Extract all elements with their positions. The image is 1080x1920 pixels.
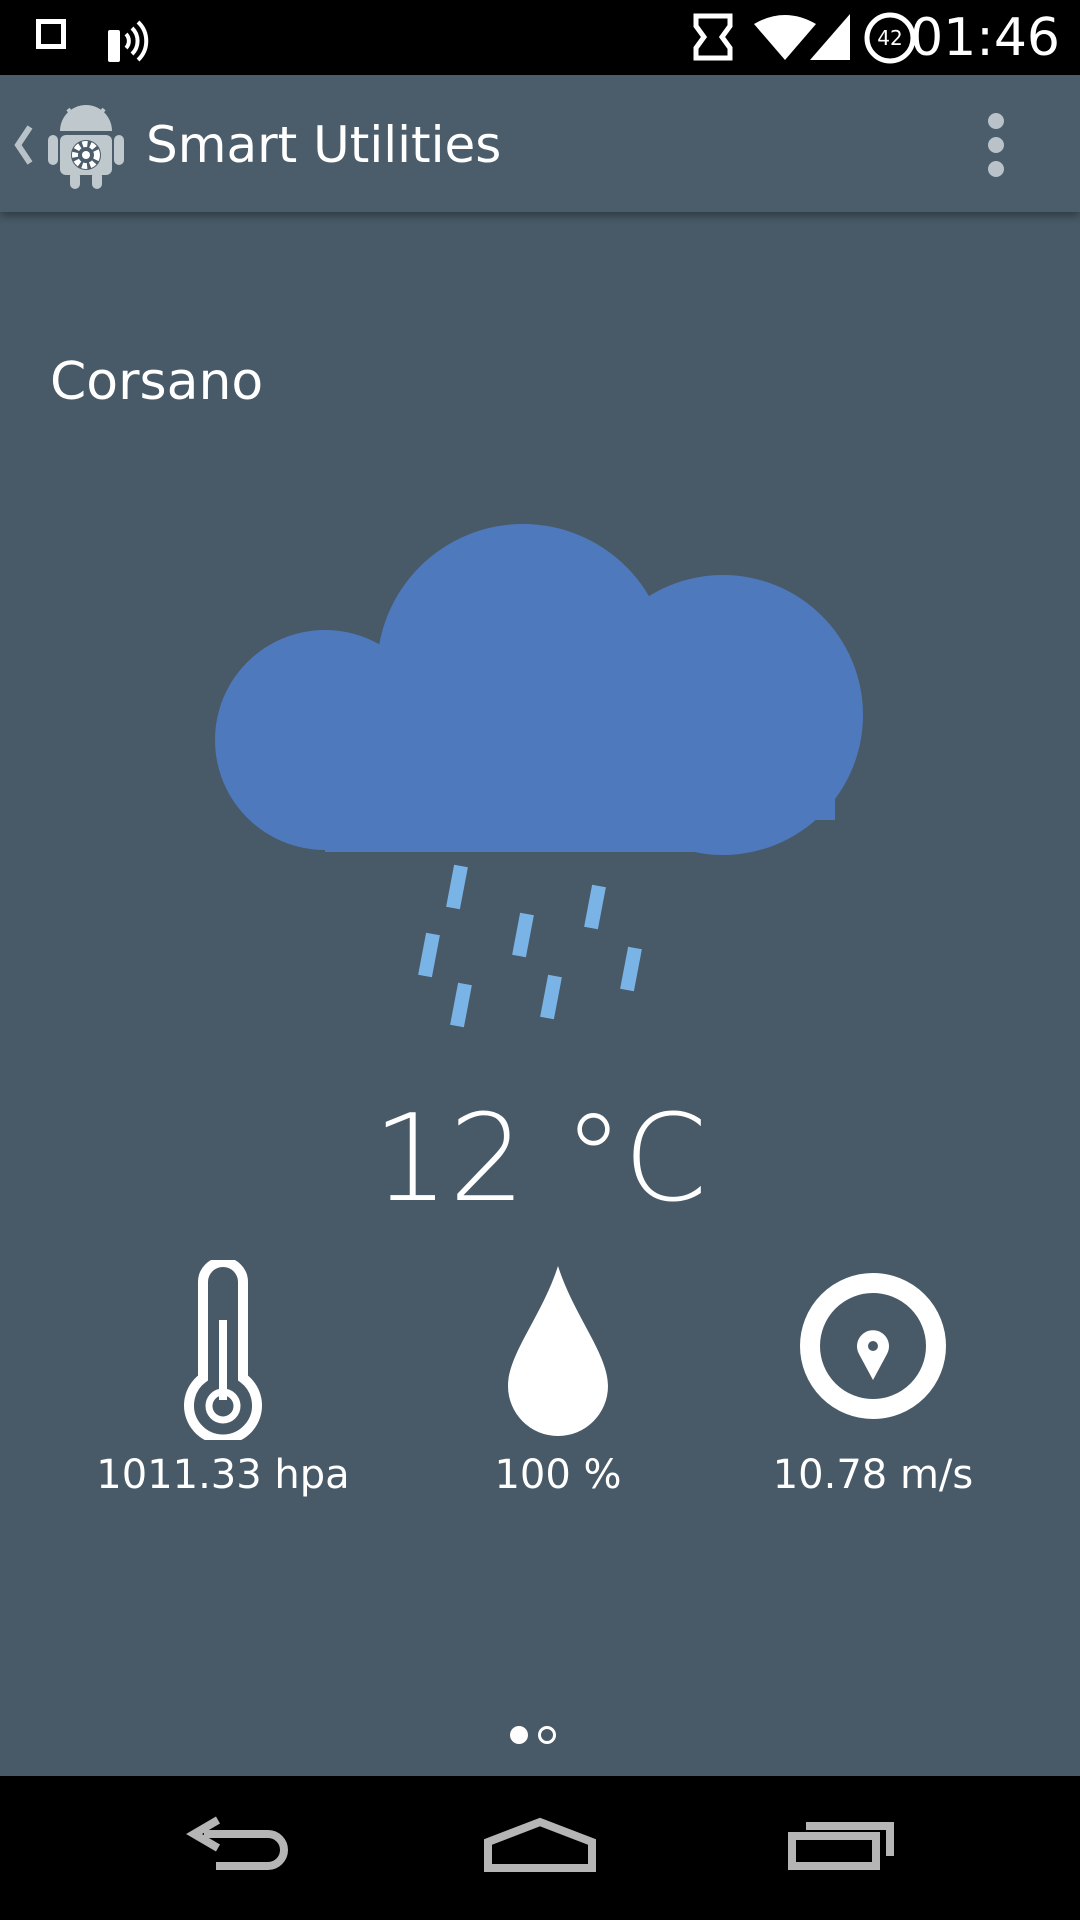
overflow-menu-button[interactable] bbox=[984, 113, 1008, 177]
up-navigation-button[interactable] bbox=[12, 123, 36, 171]
city-name: Corsano bbox=[50, 352, 264, 412]
compass-pin-icon bbox=[708, 1260, 1038, 1440]
sync-icon bbox=[693, 13, 733, 61]
rain-cloud-icon bbox=[215, 520, 865, 1044]
signal-icon bbox=[810, 14, 850, 60]
broadcast-icon bbox=[108, 20, 149, 62]
back-chevron-icon bbox=[14, 125, 33, 165]
action-bar: Smart Utilities bbox=[0, 75, 1080, 212]
square-notification-icon bbox=[36, 19, 66, 49]
temperature-value: 12 °C bbox=[372, 1090, 708, 1229]
app-android-gear-icon bbox=[48, 105, 124, 189]
water-drop-icon bbox=[393, 1260, 723, 1440]
status-clock: 01:46 bbox=[910, 8, 1060, 68]
home-icon bbox=[484, 1817, 596, 1872]
page-dot-inactive[interactable] bbox=[538, 1726, 556, 1744]
system-nav-bar bbox=[0, 1776, 1080, 1920]
overflow-menu-icon bbox=[988, 113, 1004, 129]
page-dot-active[interactable] bbox=[510, 1726, 528, 1744]
battery-level: 42 bbox=[877, 26, 902, 50]
status-bar: 42 01:46 bbox=[0, 0, 1080, 75]
page-indicator bbox=[510, 1726, 574, 1748]
humidity-stat: 100 % bbox=[393, 1260, 723, 1500]
app-title: Smart Utilities bbox=[146, 116, 502, 174]
wind-stat: 10.78 m/s bbox=[708, 1260, 1038, 1500]
nav-home-button[interactable] bbox=[440, 1776, 640, 1920]
humidity-value: 100 % bbox=[494, 1452, 622, 1498]
recents-icon bbox=[788, 1822, 894, 1870]
pressure-value: 1011.33 hpa bbox=[96, 1452, 350, 1498]
back-arrow-icon bbox=[186, 1816, 288, 1870]
pressure-stat: 1011.33 hpa bbox=[58, 1257, 388, 1500]
nav-back-button[interactable] bbox=[140, 1776, 340, 1920]
nav-recents-button[interactable] bbox=[740, 1776, 940, 1920]
wind-value: 10.78 m/s bbox=[772, 1452, 974, 1498]
thermometer-icon bbox=[58, 1257, 388, 1445]
app-icon[interactable] bbox=[44, 101, 128, 195]
